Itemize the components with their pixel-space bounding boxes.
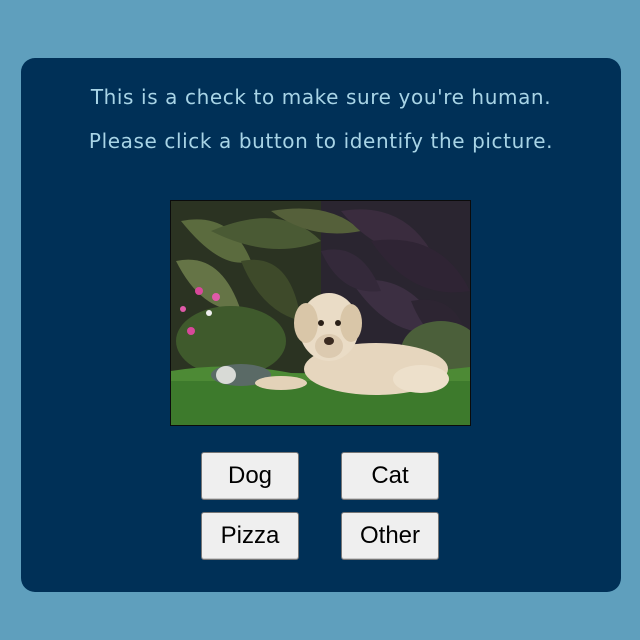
captcha-instruction-line1: This is a check to make sure you're huma… [90, 85, 552, 109]
pizza-button[interactable]: Pizza [201, 512, 299, 560]
dog-button[interactable]: Dog [201, 452, 299, 500]
captcha-card: This is a check to make sure you're huma… [21, 58, 621, 592]
cat-button[interactable]: Cat [341, 452, 439, 500]
other-button[interactable]: Other [341, 512, 439, 560]
captcha-image [170, 200, 471, 426]
captcha-instruction-line2: Please click a button to identify the pi… [88, 129, 554, 153]
